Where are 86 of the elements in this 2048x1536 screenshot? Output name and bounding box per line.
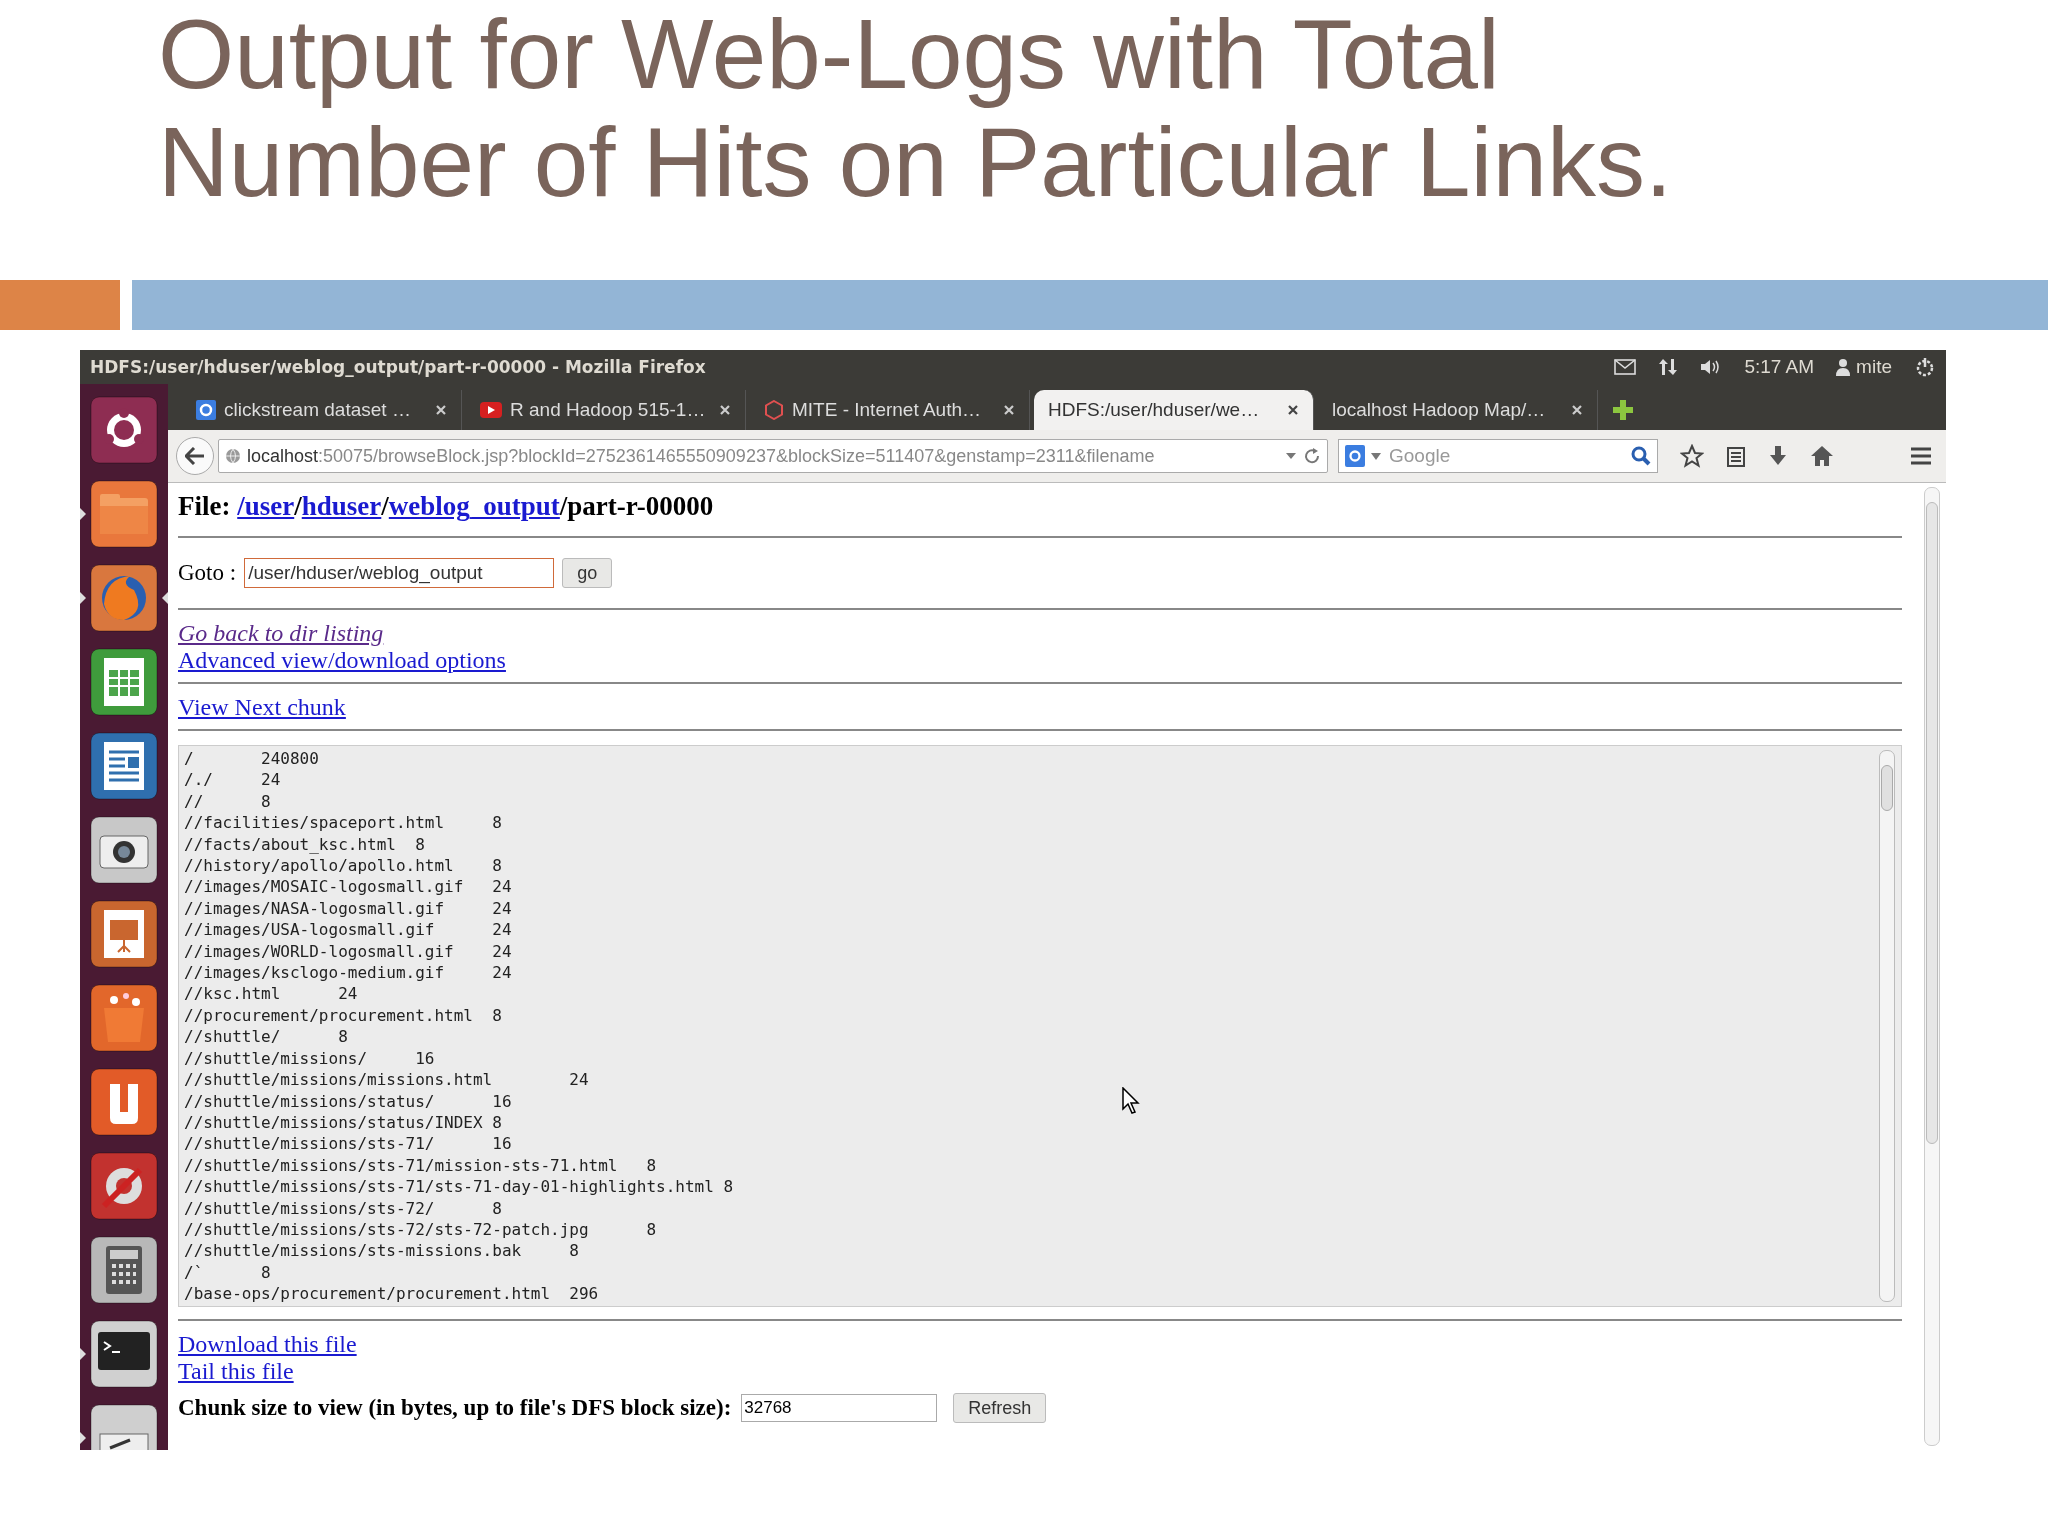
search-icon[interactable] <box>1631 446 1651 466</box>
log-line: //facilities/spaceport.html 8 <box>184 812 502 834</box>
camera-icon[interactable] <box>90 816 158 884</box>
browser-globe-icon[interactable] <box>90 564 158 632</box>
page-link[interactable]: Tail this file <box>178 1358 294 1385</box>
search-box[interactable]: Google <box>1338 439 1658 473</box>
close-icon[interactable] <box>1287 404 1299 416</box>
spreadsheet-icon[interactable] <box>90 648 158 716</box>
page-link[interactable]: Go back to dir listing <box>178 620 384 647</box>
clipboard-icon[interactable] <box>1726 445 1746 467</box>
goto-label: Goto : <box>178 560 237 586</box>
reload-icon[interactable] <box>1303 447 1321 465</box>
download-icon[interactable] <box>1768 445 1788 467</box>
log-line: /./ 24 <box>184 769 281 791</box>
user-icon[interactable] <box>1836 358 1851 376</box>
log-line: //shuttle/missions/sts-72/ 8 <box>184 1197 502 1219</box>
chunk-size-label: Chunk size to view (in bytes, up to file's DFS block size): <box>178 1395 732 1421</box>
log-line: //shuttle/missions/ 16 <box>184 1047 435 1070</box>
shopping-bag-icon[interactable] <box>90 984 158 1052</box>
path-link[interactable]: hduser <box>301 491 382 521</box>
refresh-button[interactable]: Refresh <box>953 1393 1047 1423</box>
google-favicon-icon <box>196 400 216 420</box>
presentation-icon[interactable] <box>90 900 158 968</box>
power-gear-icon[interactable] <box>1914 356 1936 378</box>
slide-title: Output for Web-Logs with Total Number of Hits on Particular Links. <box>157 0 1674 216</box>
address-field[interactable]: localhost:50075/browseBlock.jsp?blockId=2752361465550909237&blockSize=511407&genstamp=2311&filename <box>218 439 1328 473</box>
ubuntu-logo-icon[interactable] <box>90 396 158 464</box>
mouse-cursor-icon <box>1122 1087 1140 1115</box>
play-favicon-icon <box>480 402 502 418</box>
log-line: //images/WORLD-logosmall.gif 24 <box>184 940 512 963</box>
path-link[interactable]: weblog_output <box>388 491 560 521</box>
bookmark-star-icon[interactable] <box>1680 444 1704 468</box>
back-button[interactable] <box>176 437 214 475</box>
hexagon-favicon-icon <box>764 400 784 420</box>
search-engine-icon[interactable] <box>1345 445 1365 467</box>
mail-icon[interactable] <box>1614 359 1637 375</box>
clock-text[interactable]: 5:17 AM <box>1744 356 1815 378</box>
log-line: //shuttle/missions/sts-71/mission-sts-71.html 8 <box>184 1154 656 1177</box>
log-line: //shuttle/ 8 <box>184 1026 348 1048</box>
browser-tab[interactable]: HDFS:/user/hduser/we… <box>1034 390 1314 430</box>
user-name[interactable]: mite <box>1856 356 1892 378</box>
scrollbar[interactable] <box>1924 487 1940 1446</box>
log-line: /base-ops/procurement/procurement.html 296 <box>184 1283 599 1305</box>
folder-icon[interactable] <box>90 480 158 548</box>
log-line: //shuttle/missions/sts-72/sts-72-patch.jpg 8 <box>184 1218 656 1241</box>
file-heading: File: /user/hduser/weblog_output/part-r-00000 <box>178 491 715 522</box>
page-link[interactable]: Download this file <box>178 1331 357 1358</box>
dropdown-caret-icon[interactable] <box>1285 452 1297 460</box>
new-tab-plus-icon[interactable] <box>1612 399 1634 421</box>
log-line: // 8 <box>184 790 271 813</box>
back-arrow-icon <box>185 447 205 465</box>
menu-icon[interactable] <box>1910 447 1932 465</box>
u-logo-icon[interactable] <box>90 1068 158 1136</box>
log-line: //shuttle/missions/sts-71/sts-71-day-01-highlights.html 8 <box>184 1176 734 1198</box>
log-line: //shuttle/missions/status/INDEX 8 <box>184 1111 502 1134</box>
log-line: //facts/about_ksc.html 8 <box>184 833 425 856</box>
dropdown-caret-icon[interactable] <box>1371 452 1381 460</box>
url-text: localhost:50075/browseBlock.jsp?blockId=2752361465550909237&blockSize=511407&genstamp=2311&filename <box>247 445 1156 467</box>
home-icon[interactable] <box>1810 445 1834 467</box>
next-chunk-link[interactable]: View Next chunk <box>178 694 346 721</box>
globe-icon <box>225 448 241 464</box>
path-link[interactable]: /user <box>237 491 295 521</box>
page-link[interactable]: Advanced view/download options <box>178 647 506 674</box>
log-line: //images/ksclogo-medium.gif 24 <box>184 962 512 984</box>
log-line: /` 8 <box>184 1261 271 1284</box>
document-icon[interactable] <box>90 732 158 800</box>
log-line: //procurement/procurement.html 8 <box>184 1004 502 1027</box>
settings-icon[interactable] <box>90 1152 158 1220</box>
log-line: //shuttle/missions/status/ 16 <box>184 1090 512 1112</box>
log-line: //images/NASA-logosmall.gif 24 <box>184 897 512 920</box>
goto-input[interactable]: /user/hduser/weblog_output <box>244 558 555 588</box>
chunk-size-input[interactable]: 32768 <box>741 1394 938 1422</box>
log-line: / 240800 <box>184 748 319 770</box>
log-line: //images/USA-logosmall.gif 24 <box>184 919 512 941</box>
network-icon[interactable] <box>1658 357 1679 377</box>
log-line: //shuttle/missions/sts-71/ 16 <box>184 1133 512 1155</box>
log-line: //shuttle/missions/missions.html 24 <box>184 1069 589 1091</box>
window-title: HDFS:/user/hduser/weblog_output/part-r-00000 - Mozilla Firefox <box>90 357 706 377</box>
go-button[interactable]: go <box>562 558 613 588</box>
log-line: //ksc.html 24 <box>184 983 358 1005</box>
log-line: //images/MOSAIC-logosmall.gif 24 <box>184 876 512 898</box>
calculator-icon[interactable] <box>90 1236 158 1304</box>
terminal-icon[interactable] <box>90 1320 158 1388</box>
log-line: //shuttle/missions/sts-missions.bak 8 <box>184 1240 579 1262</box>
scrollbar[interactable] <box>1879 750 1895 1302</box>
log-line: //history/apollo/apollo.html 8 <box>184 855 502 877</box>
